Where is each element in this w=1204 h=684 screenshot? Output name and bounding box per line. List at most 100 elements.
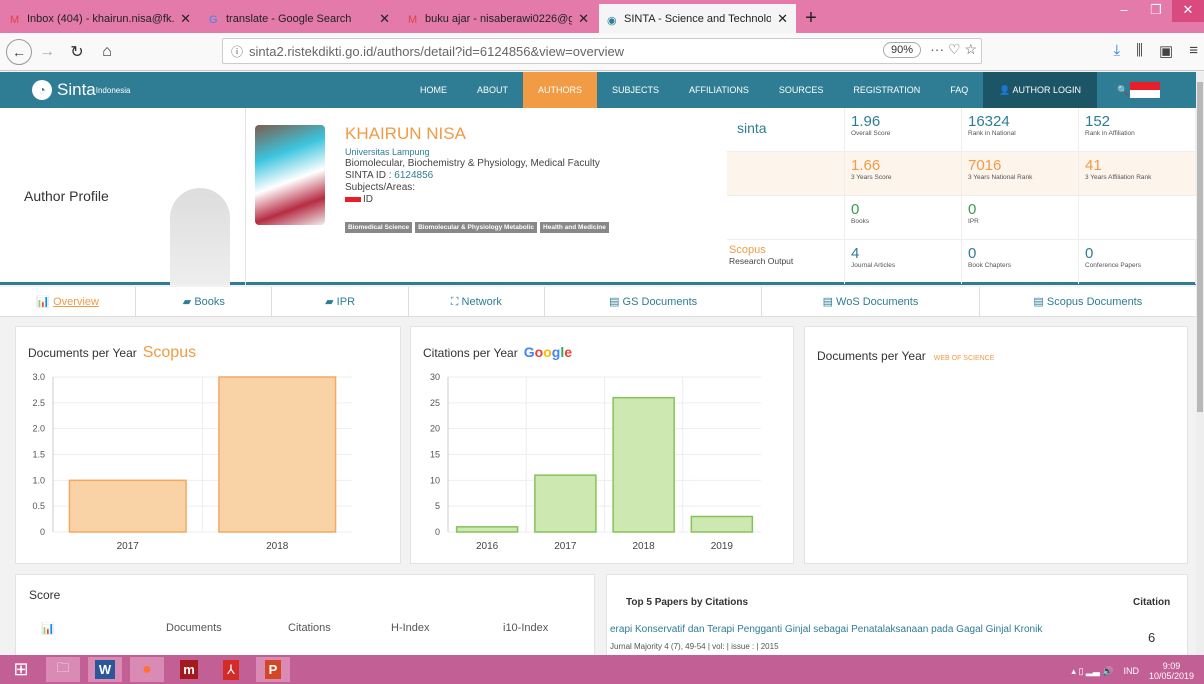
y-tick-label: 2.0	[32, 424, 45, 434]
minimize-icon[interactable]: –	[1108, 0, 1140, 22]
stat-label: Overall Score	[851, 130, 891, 137]
close-tab-icon[interactable]: ✕	[578, 11, 589, 27]
library-icon[interactable]: ⫼	[1136, 42, 1143, 60]
stat-value: 0	[851, 201, 860, 218]
maximize-icon[interactable]: ❐	[1140, 0, 1172, 22]
browser-tab[interactable]: M Inbox (404) - khairun.nisa@fk.u ✕	[2, 4, 199, 33]
google-citations-chart: 0 5 10 15 20 25 30 2016 2017 2018 2019	[430, 372, 761, 552]
browser-tab[interactable]: Mbuku ajar - nisaberawi0226@gr ✕	[400, 4, 597, 33]
close-tab-icon[interactable]: ✕	[379, 11, 390, 27]
tab-gs-documents[interactable]: ▤ GS Documents	[545, 287, 763, 316]
author-department: Biomolecular, Biochemistry & Physiology,…	[345, 158, 600, 169]
scopus-output-label: Scopus Research Output	[727, 240, 845, 284]
language-indicator[interactable]: IND	[1123, 666, 1139, 676]
back-button[interactable]: ←	[6, 38, 32, 65]
stat-blank	[727, 152, 845, 196]
stat-label: 3 Years Score	[851, 174, 892, 181]
forward-button[interactable]: →	[32, 43, 62, 61]
powerpoint-icon[interactable]: P	[256, 657, 290, 682]
menu-icon[interactable]: ≡	[1189, 42, 1198, 60]
subject-tag[interactable]: Biomedical Science	[345, 222, 413, 233]
stat-value: 0	[968, 245, 977, 262]
scrollbar[interactable]	[1196, 72, 1204, 655]
page-actions-icon[interactable]: ··· ♡ ☆	[930, 41, 977, 58]
subject-tags: Biomedical Science Biomolecular & Physio…	[345, 222, 609, 233]
word-icon[interactable]: W	[88, 657, 122, 682]
y-tick-label: 0.5	[32, 501, 45, 511]
wos-logo: WEB OF SCIENCE	[933, 355, 995, 362]
close-window-icon[interactable]: ✕	[1172, 0, 1204, 22]
sinta-logo[interactable]: ◔ Sinta Indonesia	[32, 80, 130, 100]
site-navbar: ◔ Sinta Indonesia HOME ABOUT AUTHORS SUBJE…	[0, 72, 1196, 108]
y-tick-label: 3.0	[32, 372, 45, 382]
tab-books[interactable]: ▰ Books	[136, 287, 273, 316]
new-tab-button[interactable]: +	[796, 4, 826, 33]
paper-meta: Jurnal Majority 4 (7), 49-54 | vol: | is…	[610, 642, 779, 651]
menu-about[interactable]: ABOUT	[462, 72, 523, 108]
menu-subjects[interactable]: SUBJECTS	[597, 72, 674, 108]
author-name[interactable]: KHAIRUN NISA	[345, 124, 466, 144]
card-title-text: Documents per Year	[817, 349, 926, 363]
browser-tab-active[interactable]: ◉ SINTA - Science and Technolog ✕	[599, 4, 796, 33]
author-university[interactable]: Universitas Lampung	[345, 146, 600, 158]
tab-label: GS Documents	[622, 296, 698, 308]
sinta-id[interactable]: 6124856	[394, 170, 433, 181]
zoom-level[interactable]: 90%	[882, 42, 921, 58]
file-explorer-icon[interactable]: 🗀	[46, 657, 80, 682]
indonesia-flag-icon[interactable]	[1130, 82, 1160, 98]
sidebar-icon[interactable]: ▣	[1159, 42, 1173, 60]
tab-scopus-documents[interactable]: ▤ Scopus Documents	[980, 287, 1196, 316]
url-bar[interactable]: ⓘ sinta2.ristekdikti.go.id/authors/detai…	[222, 38, 982, 64]
acrobat-icon[interactable]: ⅄	[214, 657, 248, 682]
scopus-docs-card: Documents per Year Scopus 0 0.5 1.0 1.5 2.0 2.…	[15, 326, 401, 564]
stat-journal-articles: 4 Journal Articles	[845, 240, 962, 284]
menu-home[interactable]: HOME	[405, 72, 462, 108]
gmail-icon: M	[408, 13, 418, 26]
tab-ipr[interactable]: ▰ IPR	[272, 287, 409, 316]
y-tick-label: 2.5	[32, 398, 45, 408]
scrollbar-thumb[interactable]	[1197, 82, 1203, 412]
sinta-id-label: SINTA ID :	[345, 170, 395, 181]
x-tick-label: 2017	[554, 541, 577, 552]
tab-network[interactable]: ⛶ Network	[409, 287, 545, 316]
author-login-button[interactable]: 👤 AUTHOR LOGIN	[983, 72, 1097, 108]
top-papers-title: Top 5 Papers by Citations	[626, 597, 749, 608]
tab-wos-documents[interactable]: ▤ WoS Documents	[762, 287, 980, 316]
stat-label: Book Chapters	[968, 262, 1011, 269]
paper-title-link[interactable]: erapi Konservatif dan Terapi Pengganti G…	[610, 624, 1042, 635]
stat-overall-score: 1.96 Overall Score	[845, 108, 962, 152]
firefox-icon[interactable]: ●	[130, 657, 164, 682]
menu-sources[interactable]: SOURCES	[764, 72, 839, 108]
clock[interactable]: 9:09 10/05/2019	[1149, 661, 1194, 681]
tray-icons[interactable]: ▴ ▯ ▂▃ 🔊	[1071, 666, 1113, 677]
browser-tab[interactable]: Gtranslate - Google Search ✕	[201, 4, 398, 33]
close-tab-icon[interactable]: ✕	[777, 11, 788, 27]
menu-authors[interactable]: AUTHORS	[523, 72, 598, 108]
home-button[interactable]: ⌂	[92, 43, 122, 61]
menu-registration[interactable]: REGISTRATION	[838, 72, 935, 108]
menu-affiliations[interactable]: AFFILIATIONS	[674, 72, 764, 108]
y-tick-label: 1.5	[32, 450, 45, 460]
browser-tab-bar: M Inbox (404) - khairun.nisa@fk.u ✕ Gtrans…	[0, 0, 1204, 33]
download-icon[interactable]: ⤓	[1114, 42, 1121, 60]
toolbar-right: ⤓ ⫼ ▣ ≡	[1114, 42, 1199, 60]
author-info: Universitas Lampung Biomolecular, Bioche…	[345, 146, 600, 206]
stat-rank-national: 16324 Rank in National	[962, 108, 1079, 152]
browser-navbar: ← → ↻ ⌂ ⓘ sinta2.ristekdikti.go.id/autho…	[0, 33, 1204, 71]
tab-overview[interactable]: 📊 Overview	[0, 287, 137, 316]
subject-tag[interactable]: Biomolecular & Physiology Metabolic	[415, 222, 538, 233]
stat-value: 41	[1085, 157, 1102, 174]
windows-start-icon[interactable]: ⊞	[4, 657, 38, 682]
mendeley-icon[interactable]: m	[172, 657, 206, 682]
stat-book-chapters: 0 Book Chapters	[962, 240, 1079, 284]
document-icon: ▤	[609, 296, 623, 308]
tab-label: Overview	[53, 296, 99, 308]
reload-button[interactable]: ↻	[62, 42, 92, 62]
sinta-logo-text: sinta	[737, 120, 767, 136]
subject-tag[interactable]: Health and Medicine	[540, 222, 609, 233]
x-tick-label: 2016	[476, 541, 499, 552]
x-tick-label: 2019	[711, 541, 734, 552]
menu-faq[interactable]: FAQ	[935, 72, 983, 108]
close-tab-icon[interactable]: ✕	[180, 11, 191, 27]
info-icon[interactable]: ⓘ	[231, 43, 243, 60]
